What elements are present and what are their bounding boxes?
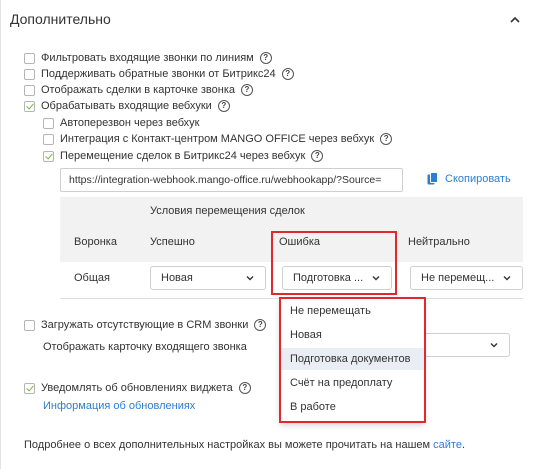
auto-callback-option[interactable]: Автоперезвон через вебхук bbox=[43, 115, 199, 131]
help-icon[interactable]: ? bbox=[311, 150, 324, 162]
webhooks-option[interactable]: Обрабатывать входящие вебхуки ? bbox=[24, 98, 230, 114]
column-funnel: Воронка bbox=[74, 236, 117, 248]
success-stage-select[interactable]: Новая bbox=[150, 266, 266, 290]
updates-info-link[interactable]: Информация об обновлениях bbox=[43, 400, 195, 412]
panel-border bbox=[0, 0, 1, 469]
help-icon[interactable]: ? bbox=[238, 382, 251, 394]
column-neutral: Нейтрально bbox=[408, 236, 470, 248]
load-missing-checkbox[interactable] bbox=[24, 319, 35, 331]
site-link[interactable]: сайте bbox=[433, 439, 462, 451]
deal-table-group-title: Условия перемещения сделок bbox=[150, 205, 305, 217]
show-deals-checkbox[interactable] bbox=[24, 84, 35, 96]
chevron-down-icon bbox=[490, 343, 498, 348]
footer-note: Подробнее о всех дополнительных настройк… bbox=[24, 439, 465, 451]
notify-updates-option[interactable]: Уведомлять об обновлениях виджета ? bbox=[24, 380, 251, 396]
section-title: Дополнительно bbox=[10, 11, 111, 27]
help-icon[interactable]: ? bbox=[380, 133, 393, 145]
copy-label: Скопировать bbox=[445, 173, 511, 185]
callbacks-checkbox[interactable] bbox=[24, 68, 35, 80]
show-card-label: Отображать карточку входящего звонка bbox=[43, 341, 247, 353]
footer-text: Подробнее о всех дополнительных настройк… bbox=[24, 439, 431, 451]
webhook-url-field[interactable]: https://integration-webhook.mango-office… bbox=[60, 168, 403, 192]
chevron-down-icon bbox=[246, 276, 254, 281]
filter-lines-label: Фильтровать входящие звонки по линиям bbox=[41, 52, 254, 64]
notify-updates-checkbox[interactable] bbox=[24, 382, 35, 394]
callbacks-label: Поддерживать обратные звонки от Битрикс2… bbox=[41, 68, 276, 80]
filter-lines-checkbox[interactable] bbox=[24, 52, 35, 64]
help-icon[interactable]: ? bbox=[241, 84, 253, 96]
show-deals-label: Отображать сделки в карточке звонка bbox=[41, 84, 235, 96]
column-success: Успешно bbox=[150, 236, 195, 248]
dropdown-highlight bbox=[279, 297, 426, 423]
auto-callback-label: Автоперезвон через вебхук bbox=[60, 117, 200, 129]
filter-lines-option[interactable]: Фильтровать входящие звонки по линиям ? bbox=[24, 50, 272, 66]
chevron-down-icon bbox=[503, 276, 511, 281]
load-missing-label: Загружать отсутствующие в CRM звонки bbox=[41, 319, 249, 331]
success-stage-value: Новая bbox=[161, 272, 193, 284]
move-deals-option[interactable]: Перемещение сделок в Битрикс24 через веб… bbox=[43, 148, 324, 164]
load-missing-option[interactable]: Загружать отсутствующие в CRM звонки ? bbox=[24, 317, 267, 333]
error-column-highlight bbox=[271, 231, 397, 295]
help-icon[interactable]: ? bbox=[217, 100, 230, 112]
contact-center-option[interactable]: Интеграция с Контакт-центром MANGO OFFIC… bbox=[43, 131, 393, 147]
neutral-stage-value: Не перемещ... bbox=[421, 272, 495, 284]
funnel-name: Общая bbox=[74, 272, 110, 284]
copy-icon bbox=[427, 172, 438, 185]
show-deals-option[interactable]: Отображать сделки в карточке звонка ? bbox=[24, 82, 253, 98]
move-deals-label: Перемещение сделок в Битрикс24 через веб… bbox=[60, 150, 306, 162]
chevron-up-icon[interactable] bbox=[507, 12, 523, 28]
webhooks-checkbox[interactable] bbox=[24, 100, 35, 112]
auto-callback-checkbox[interactable] bbox=[43, 117, 54, 129]
show-card-select[interactable] bbox=[420, 333, 510, 357]
move-deals-checkbox[interactable] bbox=[43, 150, 54, 162]
contact-center-label: Интеграция с Контакт-центром MANGO OFFIC… bbox=[60, 133, 375, 145]
notify-updates-label: Уведомлять об обновлениях виджета bbox=[41, 382, 233, 394]
webhooks-label: Обрабатывать входящие вебхуки bbox=[41, 100, 212, 112]
callbacks-option[interactable]: Поддерживать обратные звонки от Битрикс2… bbox=[24, 66, 294, 82]
help-icon[interactable]: ? bbox=[281, 68, 294, 80]
footer-dot: . bbox=[461, 439, 465, 451]
contact-center-checkbox[interactable] bbox=[43, 133, 54, 145]
help-icon[interactable]: ? bbox=[254, 319, 267, 331]
copy-button[interactable]: Скопировать bbox=[427, 172, 511, 186]
help-icon[interactable]: ? bbox=[259, 52, 272, 64]
neutral-stage-select[interactable]: Не перемещ... bbox=[410, 266, 523, 290]
